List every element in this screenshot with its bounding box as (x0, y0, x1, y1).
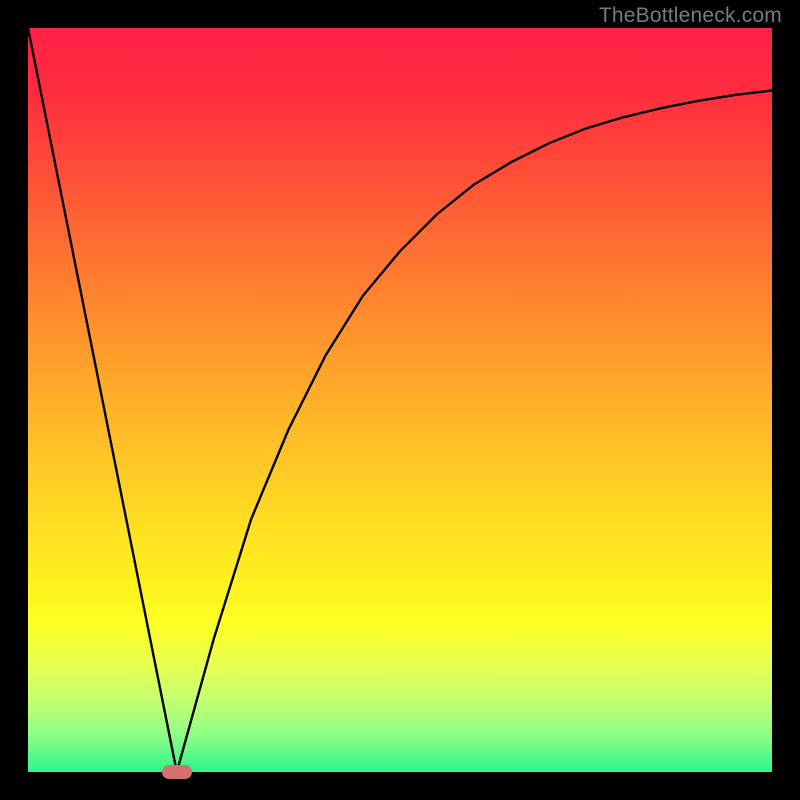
watermark-text: TheBottleneck.com (599, 4, 782, 28)
chart-frame (28, 28, 772, 772)
optimum-marker (162, 765, 192, 779)
bottleneck-curve (28, 28, 772, 772)
plot-area (28, 28, 772, 772)
